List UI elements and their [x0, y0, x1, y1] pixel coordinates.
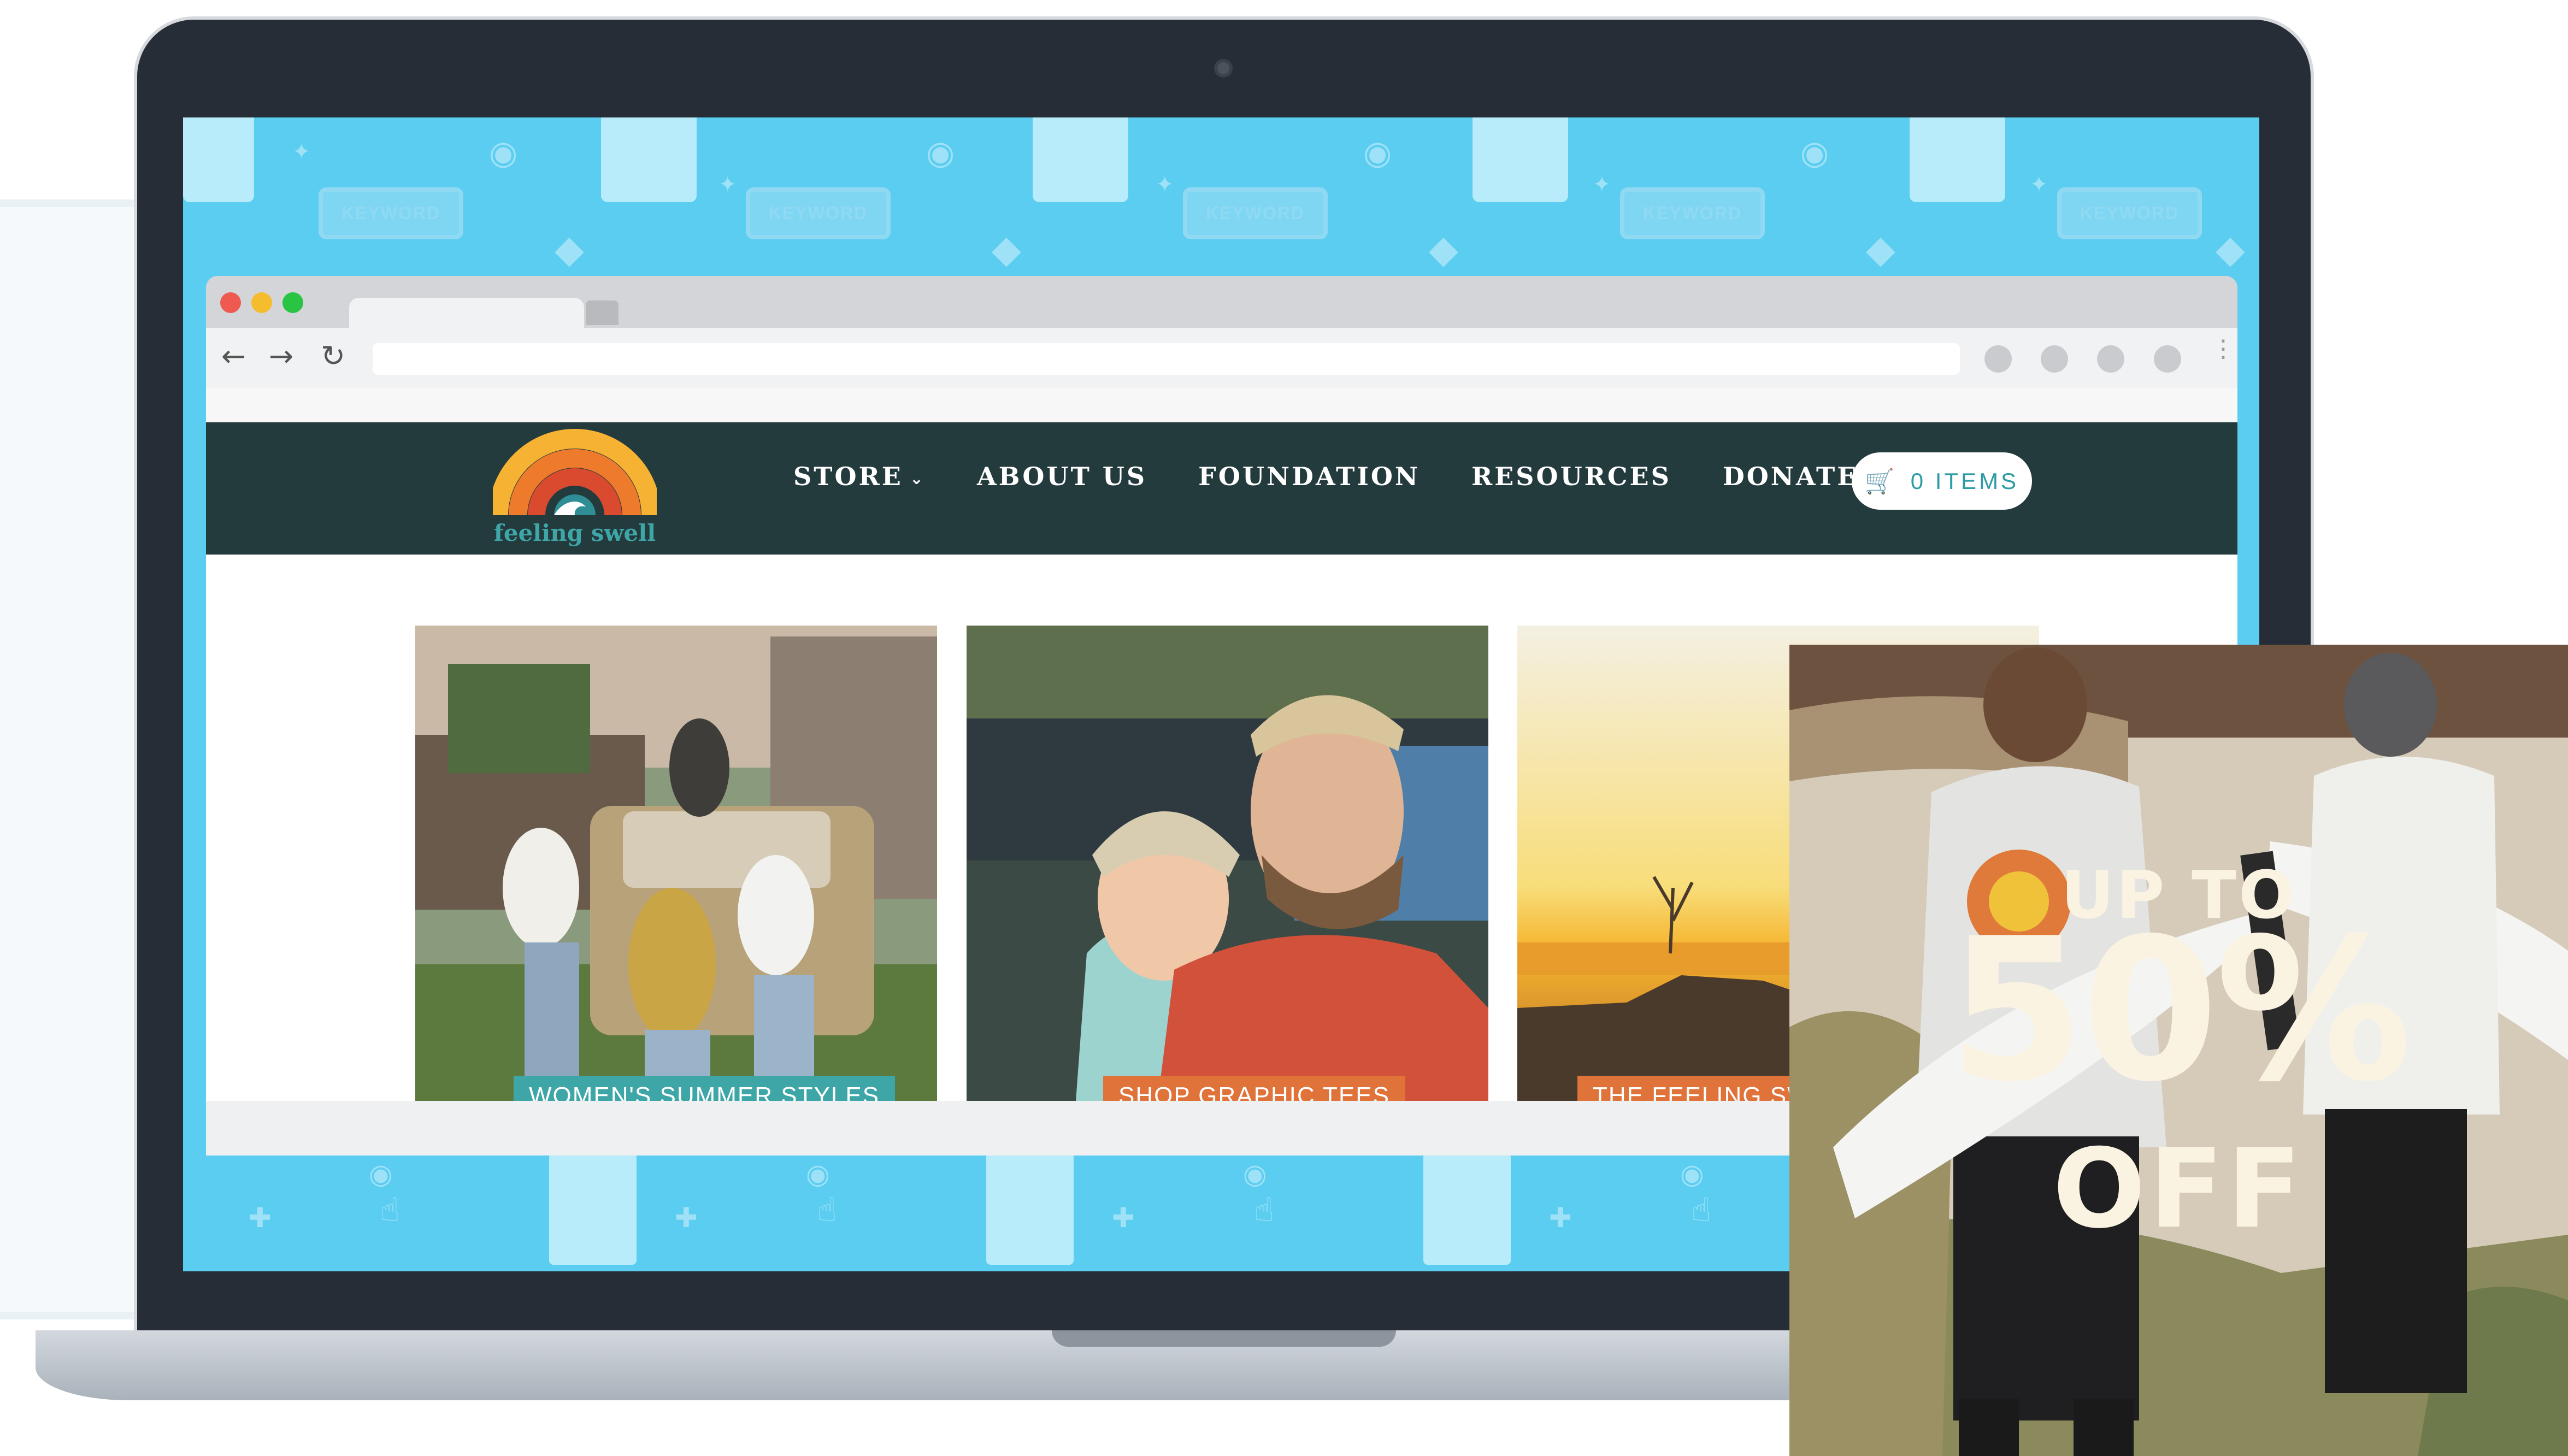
browser-menu-icon[interactable]: ⋮: [2211, 337, 2235, 361]
eye-icon: ◉: [806, 1158, 830, 1190]
background-panel: [0, 199, 137, 1319]
sparkle-icon: ✦: [1593, 172, 1611, 197]
nav-item-foundation[interactable]: FOUNDATION: [1198, 462, 1420, 491]
extension-icon[interactable]: [2041, 345, 2068, 373]
site-header: feeling swell STORE ⌄ ABOUT US FOUNDATION…: [206, 422, 2237, 555]
pointer-hand-icon: ☝: [1691, 1191, 1711, 1229]
card-label: WOMEN'S SUMMER STYLES: [514, 1076, 896, 1101]
womens-summer-photo: [415, 626, 937, 1101]
diamond-icon: ◆: [1866, 227, 1895, 272]
diamond-icon: ◆: [555, 227, 584, 272]
keyword-tile: KEYWORD: [1620, 187, 1765, 239]
brand-name: feeling swell: [493, 520, 656, 546]
eye-icon: ◉: [926, 134, 955, 172]
eye-icon: ◉: [1800, 134, 1829, 172]
browser-toolbar: ← → ↻ ⋮: [206, 328, 2237, 388]
sparkle-icon: ✦: [2030, 172, 2048, 197]
sparkle-icon: ✦: [718, 172, 737, 197]
eye-icon: ◉: [489, 134, 518, 172]
address-bar[interactable]: [373, 343, 1960, 375]
forward-arrow-icon[interactable]: →: [269, 340, 293, 373]
laptop-hinge-notch: [1052, 1330, 1396, 1347]
main-nav: STORE ⌄ ABOUT US FOUNDATION RESOURCES DON…: [793, 462, 1858, 491]
cart-label: 0 ITEMS: [1910, 468, 2019, 494]
promo-banner[interactable]: UP TO 50% OFF: [1789, 645, 2568, 1456]
keyword-tile: KEYWORD: [746, 187, 891, 239]
diamond-icon: ◆: [992, 227, 1021, 272]
promo-line-percent: 50%: [1948, 896, 2413, 1125]
document-tile: [1423, 1153, 1511, 1265]
document-tile: [986, 1153, 1074, 1265]
reload-icon[interactable]: ↻: [321, 340, 345, 373]
decorative-pattern-top: KEYWORD KEYWORD KEYWORD KEYWORD KEYWORD …: [183, 117, 2259, 276]
pointer-hand-icon: ☝: [817, 1191, 837, 1229]
nav-item-label: STORE: [793, 462, 903, 491]
browser-tab-bar: [206, 276, 2237, 331]
diamond-icon: ◆: [2216, 227, 2245, 272]
rainbow-logo-icon: [488, 429, 661, 516]
card-label: SHOP GRAPHIC TEES: [1103, 1076, 1405, 1101]
nav-item-resources[interactable]: RESOURCES: [1471, 462, 1671, 491]
category-card-graphic-tees[interactable]: SHOP GRAPHIC TEES: [967, 626, 1488, 1101]
plus-icon: ✚: [1112, 1202, 1135, 1234]
keyword-tile: KEYWORD: [1183, 187, 1328, 239]
browser-tab-new[interactable]: [586, 300, 619, 325]
extension-icon[interactable]: [2154, 345, 2181, 373]
close-window-button[interactable]: [220, 292, 241, 313]
face-tile: [1910, 117, 2005, 202]
bookmarks-strip: [206, 388, 2237, 425]
laptop-camera: [1214, 59, 1233, 78]
cart-button[interactable]: 🛒 0 ITEMS: [1852, 452, 2032, 510]
sparkle-icon: ✦: [292, 139, 311, 164]
sparkle-icon: ✦: [1156, 172, 1174, 197]
plus-icon: ✚: [675, 1202, 698, 1234]
face-tile: [1033, 117, 1128, 202]
nav-item-donate[interactable]: DONATE: [1723, 462, 1858, 491]
pointer-hand-icon: ☝: [380, 1191, 400, 1229]
promo-line-off: OFF: [2052, 1125, 2305, 1253]
nav-item-store[interactable]: STORE ⌄: [793, 462, 926, 491]
pointer-hand-icon: ☝: [1254, 1191, 1274, 1229]
plus-icon: ✚: [249, 1202, 272, 1234]
eye-icon: ◉: [1680, 1158, 1704, 1190]
keyword-tile: KEYWORD: [2057, 187, 2202, 239]
category-card-womens[interactable]: WOMEN'S SUMMER STYLES: [415, 626, 937, 1101]
face-tile: [1473, 117, 1568, 202]
cart-icon: 🛒: [1864, 467, 1898, 496]
nav-item-about-us[interactable]: ABOUT US: [977, 462, 1147, 491]
face-tile: [601, 117, 697, 202]
maximize-window-button[interactable]: [282, 292, 303, 313]
keyword-tile: KEYWORD: [319, 187, 463, 239]
chevron-down-icon: ⌄: [909, 469, 926, 488]
eye-icon: ◉: [1243, 1158, 1267, 1190]
extension-icon[interactable]: [2097, 345, 2124, 373]
laptop-base: [36, 1330, 2024, 1400]
plus-icon: ✚: [1549, 1202, 1572, 1234]
document-tile: [549, 1153, 637, 1265]
minimize-window-button[interactable]: [251, 292, 272, 313]
brand-logo[interactable]: feeling swell: [488, 422, 661, 551]
eye-icon: ◉: [369, 1158, 393, 1190]
graphic-tees-photo: [967, 626, 1488, 1101]
eye-icon: ◉: [1363, 134, 1392, 172]
diamond-icon: ◆: [1429, 227, 1458, 272]
face-tile: [183, 117, 254, 202]
back-arrow-icon[interactable]: ←: [221, 340, 246, 373]
extension-icon[interactable]: [1984, 345, 2012, 373]
browser-tab-active[interactable]: [349, 298, 584, 331]
